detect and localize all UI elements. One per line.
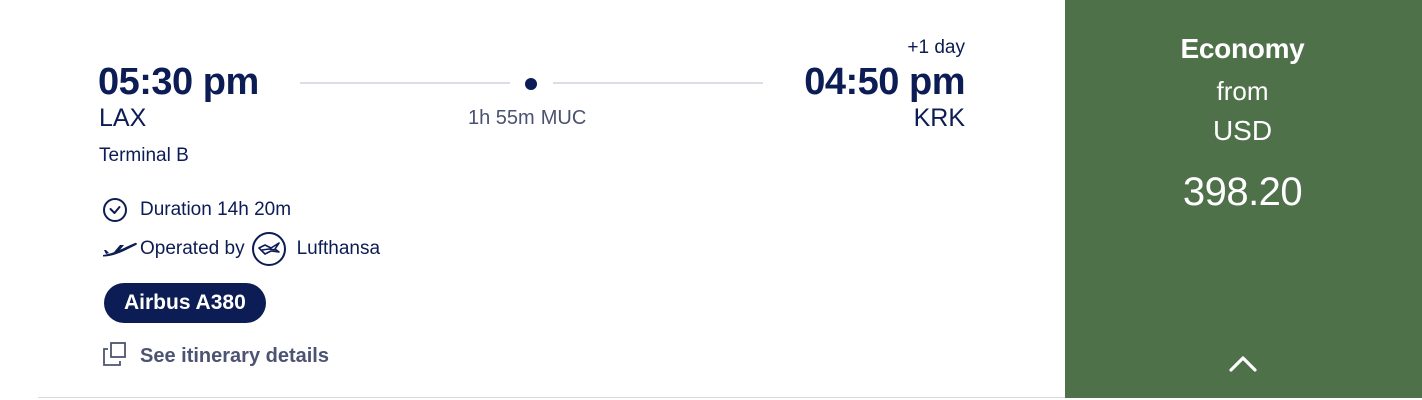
itinerary-details-label: See itinerary details: [140, 345, 329, 367]
operator-row: Operated by Lufthansa: [102, 231, 380, 267]
lufthansa-logo: [251, 231, 287, 267]
duration-text: Duration 14h 20m: [140, 199, 292, 220]
aircraft-badge: Airbus A380: [104, 283, 266, 323]
stop-dot: [525, 78, 537, 90]
duration-row: Duration 14h 20m: [102, 196, 291, 224]
departure-time: 05:30 pm: [98, 61, 259, 103]
chevron-up-icon[interactable]: [1227, 350, 1259, 374]
external-window-icon: [102, 341, 128, 372]
departure-airport: LAX: [99, 104, 147, 132]
arrival-day-offset: +1 day: [907, 37, 965, 58]
layover-info: 1h 55m MUC: [468, 107, 586, 130]
economy-fare-panel[interactable]: Economy from USD 398.20: [1065, 0, 1422, 398]
arrival-airport: KRK: [913, 104, 965, 132]
operated-by-label: Operated by: [140, 238, 245, 259]
route-line-left: [300, 82, 510, 84]
clock-icon: [102, 196, 140, 224]
route-line-right: [553, 82, 763, 84]
airline-name: Lufthansa: [296, 238, 381, 259]
bottom-divider: [38, 397, 1068, 398]
departure-terminal: Terminal B: [99, 145, 189, 166]
fare-price: 398.20: [1182, 170, 1303, 214]
flight-result-card: 05:30 pm LAX Terminal B 1h 55m MUC +1 day…: [0, 0, 1422, 400]
fare-class: Economy: [1180, 33, 1305, 64]
itinerary-details-link[interactable]: See itinerary details: [102, 341, 329, 372]
arrival-time: 04:50 pm: [804, 61, 965, 103]
fare-from-label: from: [1216, 76, 1269, 106]
stop-airport: MUC: [540, 107, 587, 129]
layover-duration: 1h 55m: [468, 107, 535, 129]
fare-currency: USD: [1212, 115, 1273, 146]
airplane-icon: [102, 235, 140, 263]
